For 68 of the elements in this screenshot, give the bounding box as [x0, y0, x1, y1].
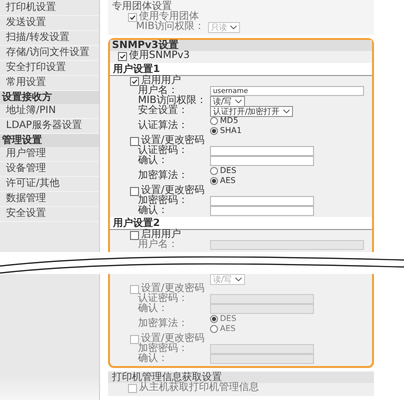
- password-field[interactable]: [210, 156, 314, 166]
- password-field[interactable]: [210, 146, 314, 156]
- caret-icon: [230, 24, 237, 30]
- field-label: 加密算法：: [137, 171, 189, 181]
- radio-button[interactable]: [210, 177, 218, 185]
- checkbox-label: 设置/更改密码: [141, 334, 204, 344]
- sidebar-item[interactable]: 许可证/其他: [0, 177, 99, 192]
- caret-icon: [234, 98, 242, 104]
- sidebar-item[interactable]: 打印机设置: [0, 1, 99, 16]
- field-label: 加密密码：: [137, 344, 189, 354]
- checkbox[interactable]: [130, 136, 139, 146]
- field-label: 加密算法：: [137, 319, 189, 329]
- checkbox-label: 启用用户: [141, 76, 181, 86]
- field-label: 认证算法：: [137, 121, 189, 131]
- checkbox-label: 使用SNMPv3: [129, 51, 190, 61]
- sidebar-item[interactable]: 存储/访问文件设置: [0, 46, 99, 61]
- radio-label: DES: [220, 166, 236, 176]
- sidebar-item[interactable]: 用户管理: [0, 147, 99, 162]
- dropdown[interactable]: 认证打开/加密打开: [210, 106, 293, 116]
- section-title: 专用团体设置: [111, 1, 172, 12]
- radio-button[interactable]: [210, 167, 218, 175]
- radio-label: AES: [220, 324, 236, 334]
- field-label: 认证密码：: [137, 146, 189, 156]
- caret-icon: [234, 276, 242, 282]
- sidebar-item[interactable]: 安全设置: [0, 207, 99, 222]
- checkbox-label: 设置/更改密码: [141, 284, 204, 294]
- caret-icon: [282, 108, 290, 114]
- field-label: 加密密码：: [137, 196, 189, 206]
- password-field[interactable]: [210, 196, 314, 206]
- sidebar-item[interactable]: 数据管理: [0, 192, 99, 207]
- field-label: 认证密码：: [137, 294, 189, 304]
- checkbox[interactable]: [130, 186, 139, 196]
- sidebar-heading: 设置接收方: [0, 91, 99, 104]
- field-label: 用户名：: [137, 240, 179, 250]
- checkbox-label: 设置/更改密码: [141, 186, 204, 196]
- section-title: 用户设置2: [110, 217, 372, 230]
- sidebar-item[interactable]: 发送设置: [0, 16, 99, 31]
- checkbox[interactable]: [130, 76, 139, 86]
- checkbox-label: 使用专用团体: [139, 12, 199, 22]
- field-label: 确认：: [137, 354, 169, 364]
- checkbox-label: 启用用户: [141, 230, 181, 240]
- field-label: 确认：: [137, 206, 169, 216]
- section-title: 用户设置1: [110, 63, 372, 76]
- checkbox[interactable]: [130, 230, 139, 240]
- field-label: MIB访问权限：: [137, 96, 208, 106]
- radio-label: DES: [220, 314, 236, 324]
- sidebar-item[interactable]: 设备管理: [0, 162, 99, 177]
- radio-label: AES: [220, 176, 236, 186]
- section-title: 打印机管理信息获取设置: [108, 372, 374, 383]
- checkbox[interactable]: [118, 52, 127, 60]
- field-label: 确认：: [137, 304, 169, 314]
- field-label: MIB访问权限：: [135, 22, 206, 32]
- checkbox-label: 从主机获取打印机管理信息: [139, 383, 259, 393]
- checkbox-label: 设置/更改密码: [141, 136, 204, 146]
- sidebar-heading: 管理设置: [0, 134, 99, 147]
- sidebar-item[interactable]: 安全打印设置: [0, 61, 99, 76]
- field-label: 用户名：: [137, 86, 178, 96]
- field-label: 确认：: [137, 156, 169, 166]
- dropdown[interactable]: 读/写: [210, 96, 245, 106]
- sidebar-item[interactable]: 扫描/转发设置: [0, 31, 99, 46]
- radio-button[interactable]: [210, 117, 218, 125]
- section-header: SNMPv3设置: [110, 40, 372, 51]
- password-field[interactable]: [210, 206, 314, 216]
- radio-label: SHA1: [220, 126, 242, 136]
- radio-button[interactable]: [210, 127, 218, 135]
- sidebar-item[interactable]: 地址簿/PIN: [0, 104, 99, 119]
- radio-label: MD5: [220, 116, 238, 126]
- field-label: 安全设置：: [137, 106, 189, 116]
